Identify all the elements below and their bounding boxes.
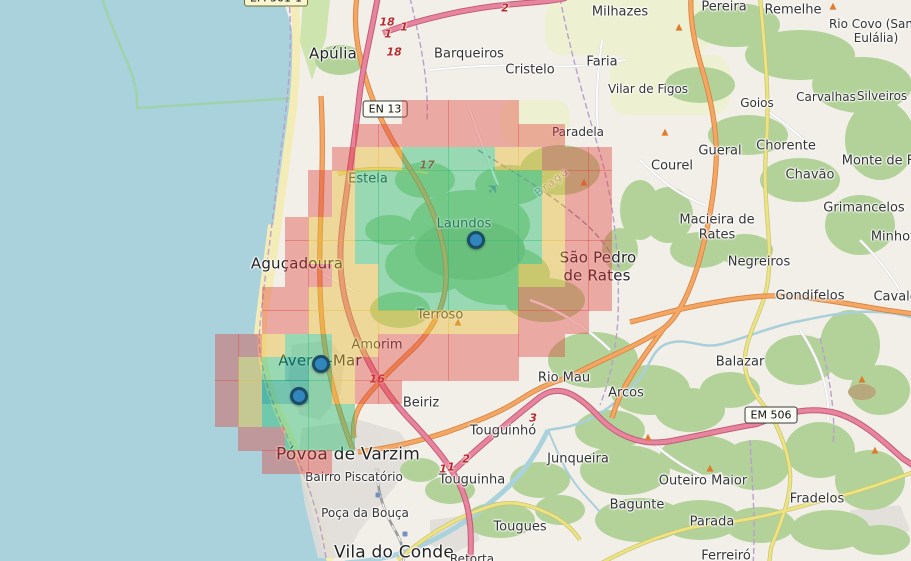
map-marker[interactable] bbox=[290, 387, 308, 405]
map-marker[interactable] bbox=[312, 355, 330, 373]
marker-layer bbox=[0, 0, 911, 561]
map-marker[interactable] bbox=[467, 231, 485, 249]
map-canvas[interactable]: ApúliaBarqueirosCristeloMilhazesFariaPer… bbox=[0, 0, 911, 561]
